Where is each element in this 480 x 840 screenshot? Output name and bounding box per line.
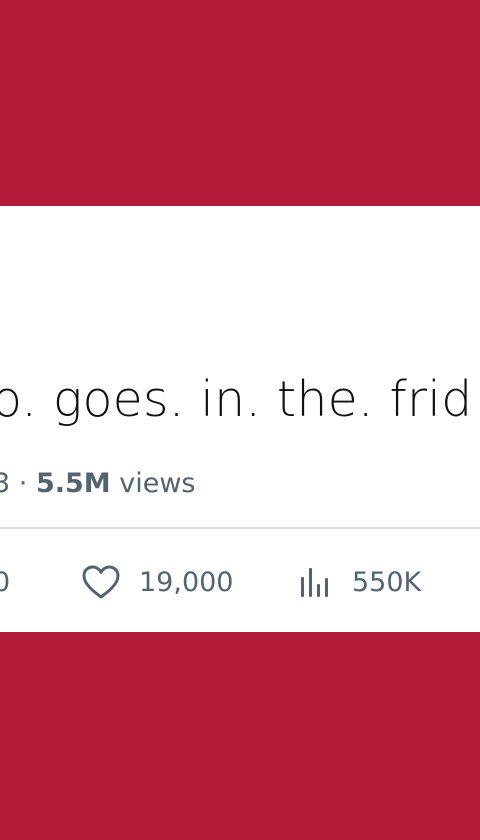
tweet-meta-line: 3 · 5.5M views — [0, 470, 195, 497]
tweet-text: o. goes. in. the. frid — [0, 371, 473, 428]
like-count: 19,000 — [139, 566, 234, 598]
tweet-actions: 0 19,000 550K — [0, 556, 480, 608]
tweet-screenshot-screen: o. goes. in. the. frid 3 · 5.5M views 0 … — [0, 0, 480, 840]
tweet-views-label: views — [110, 468, 196, 499]
views-count: 550K — [352, 566, 422, 598]
tweet-views-value: 5.5M — [35, 468, 111, 499]
tweet-card: o. goes. in. the. frid 3 · 5.5M views 0 … — [0, 206, 480, 632]
views-action[interactable]: 550K — [298, 556, 421, 608]
reply-action[interactable]: 0 — [0, 556, 10, 608]
like-action[interactable]: 19,000 — [81, 556, 233, 608]
tweet-date-fragment: 3 · — [0, 468, 28, 499]
bar-chart-icon — [301, 568, 328, 597]
heart-icon — [82, 565, 120, 599]
reply-count: 0 — [0, 566, 11, 598]
tweet-divider — [0, 527, 480, 529]
